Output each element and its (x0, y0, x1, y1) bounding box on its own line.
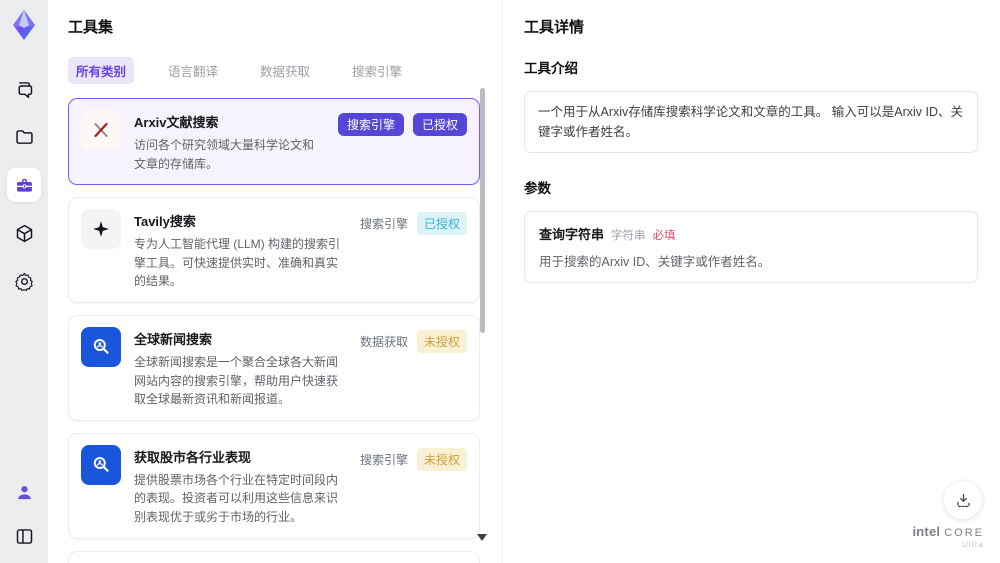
tool-detail-panel: 工具详情 工具介绍 一个用于从Arxiv存储库搜索科学论文和文章的工具。 输入可… (502, 0, 1000, 563)
ultra-brand-text: Ultra (962, 540, 984, 549)
tab-language-translation[interactable]: 语言翻译 (160, 57, 226, 84)
auth-status-badge: 未授权 (416, 329, 467, 353)
tool-badges: 数据获取 未授权 (360, 327, 467, 409)
parameter-description: 用于搜索的Arxiv ID、关键字或作者姓名。 (539, 255, 771, 269)
tool-card[interactable]: Tavily搜索专为人工智能代理 (LLM) 构建的搜索引擎工具。可快速提供实时… (68, 197, 480, 303)
intro-text-box: 一个用于从Arxiv存储库搜索科学论文和文章的工具。 输入可以是Arxiv ID… (524, 91, 978, 153)
tool-list-panel: 工具集 所有类别 语言翻译 数据获取 搜索引擎 Arxiv文献搜索访问各个研究领… (48, 0, 502, 563)
tab-data-fetching[interactable]: 数据获取 (252, 57, 318, 84)
tool-card[interactable]: Arxiv文献搜索访问各个研究领域大量科学论文和文章的存储库。 搜索引擎 已授权 (68, 98, 480, 186)
tab-all-categories[interactable]: 所有类别 (68, 57, 135, 84)
download-button[interactable] (944, 481, 982, 519)
rail-icon-group (7, 72, 41, 298)
intro-heading: 工具介绍 (524, 61, 578, 76)
tool-name: Tavily搜索 (134, 214, 196, 230)
page-title: 工具集 (68, 19, 114, 36)
category-badge: 搜索引擎 (359, 217, 408, 232)
tool-description: 全球新闻搜索是一个聚合全球各大新闻网站内容的搜索引擎，帮助用户快速获取全球最新资… (134, 354, 339, 407)
panel-layout-icon[interactable] (7, 519, 41, 553)
detail-title: 工具详情 (524, 19, 585, 36)
parameter-card: 查询字符串 字符串 必填 用于搜索的Arxiv ID、关键字或作者姓名。 (524, 211, 978, 283)
settings-gear-icon[interactable] (7, 264, 41, 298)
blue-tool-icon (81, 326, 121, 367)
auth-status-badge: 未授权 (416, 447, 467, 471)
category-badge: 搜索引擎 (359, 452, 408, 467)
list-scrollbar-track[interactable] (480, 88, 485, 548)
tool-badges: 搜索引擎 未授权 (360, 445, 467, 527)
tool-description: 访问各个研究领域大量科学论文和文章的存储库。 (134, 138, 315, 171)
params-heading: 参数 (524, 181, 551, 196)
user-icon[interactable] (7, 475, 41, 509)
tool-name: 全球新闻搜索 (134, 331, 213, 347)
tavily-tool-icon (81, 209, 121, 250)
parameter-type: 字符串 (611, 230, 646, 242)
tool-badges: 搜索引擎 已授权 (360, 209, 467, 291)
tool-card[interactable]: 获取股市各行业表现提供股票市场各个行业在特定时间段内的表现。投资者可以利用这些信… (68, 432, 480, 539)
parameter-required-badge: 必填 (652, 230, 676, 242)
intel-core-logo: intel CORE Ultra (912, 525, 984, 549)
list-scrollbar-thumb[interactable] (480, 88, 485, 333)
auth-status-badge: 已授权 (416, 212, 467, 236)
download-icon (956, 493, 970, 507)
tab-search-engine[interactable]: 搜索引擎 (344, 57, 410, 84)
arxiv-tool-icon (81, 110, 121, 150)
toolbox-icon[interactable] (7, 168, 41, 202)
scroll-down-arrow-icon[interactable] (477, 534, 487, 541)
app-window: 工具集 所有类别 语言翻译 数据获取 搜索引擎 Arxiv文献搜索访问各个研究领… (0, 0, 1000, 563)
category-badge: 数据获取 (359, 334, 408, 349)
tool-card[interactable]: 全球新闻搜索全球新闻搜索是一个聚合全球各大新闻网站内容的搜索引擎，帮助用户快速获… (68, 314, 480, 421)
left-nav-rail (0, 0, 48, 563)
tool-name: 获取股市各行业表现 (134, 449, 252, 465)
blue-tool-icon (81, 444, 121, 485)
parameter-name: 查询字符串 (539, 227, 605, 242)
rail-bottom-group (7, 475, 41, 553)
auth-status-badge: 已授权 (412, 113, 467, 136)
folder-icon[interactable] (7, 120, 41, 154)
tool-badges: 搜索引擎 已授权 (337, 110, 467, 173)
tool-description: 专为人工智能代理 (LLM) 构建的搜索引擎工具。可快速提供实时、准确和真实的结… (134, 237, 341, 289)
category-tabs: 所有类别 语言翻译 数据获取 搜索引擎 (68, 57, 480, 84)
chat-icon[interactable] (7, 72, 41, 106)
tool-description: 提供股票市场各个行业在特定时间段内的表现。投资者可以利用这些信息来识别表现优于或… (134, 472, 339, 524)
tool-name: Arxiv文献搜索 (134, 115, 219, 130)
tool-card[interactable]: 获取市场最活跃股票信息提供当天交易量最高的股票列表。投资者可以利用这些信息来识别… (68, 550, 480, 563)
cube-icon[interactable] (7, 216, 41, 250)
parameter-header: 查询字符串 字符串 必填 (539, 224, 963, 243)
tool-list: Arxiv文献搜索 访问各个研究领域大量科学论文和文章的存储库。 搜索引擎 已授权 Ta… (68, 98, 480, 563)
intel-brand-text: intel (912, 524, 941, 539)
category-badge: 搜索引擎 (337, 113, 404, 136)
app-logo-icon[interactable] (8, 8, 40, 42)
core-brand-text: CORE (944, 527, 984, 539)
main-area: 工具集 所有类别 语言翻译 数据获取 搜索引擎 Arxiv文献搜索访问各个研究领… (48, 0, 1000, 563)
